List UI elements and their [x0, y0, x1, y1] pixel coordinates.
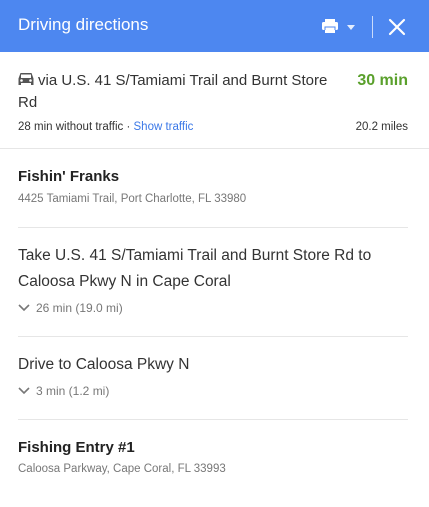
chevron-down-icon: [18, 304, 30, 312]
chevron-down-icon: [347, 25, 355, 30]
step-1-duration: 26 min (19.0 mi): [36, 301, 123, 315]
origin-address: 4425 Tamiami Trail, Port Charlotte, FL 3…: [18, 193, 247, 205]
header-divider: [372, 16, 373, 38]
step-2-instruction[interactable]: Drive to Caloosa Pkwy N: [18, 352, 398, 378]
step-1-expand[interactable]: 26 min (19.0 mi): [18, 301, 123, 315]
destination-address: Caloosa Parkway, Cape Coral, FL 33993: [18, 463, 226, 475]
close-icon: [388, 18, 406, 36]
step-1-instruction[interactable]: Take U.S. 41 S/Tamiami Trail and Burnt S…: [18, 243, 398, 295]
route-no-traffic: 28 min without traffic · Show traffic: [18, 121, 193, 133]
route-distance: 20.2 miles: [355, 121, 408, 133]
divider: [18, 419, 408, 420]
header-title: Driving directions: [18, 15, 149, 34]
divider: [18, 336, 408, 337]
close-button[interactable]: [386, 16, 408, 38]
destination-name: Fishing Entry #1: [18, 439, 135, 456]
divider: [0, 148, 429, 149]
show-traffic-link[interactable]: Show traffic: [134, 121, 194, 133]
step-2-duration: 3 min (1.2 mi): [36, 384, 110, 398]
directions-header: Driving directions: [0, 0, 429, 52]
step-2-expand[interactable]: 3 min (1.2 mi): [18, 384, 109, 398]
origin-name: Fishin' Franks: [18, 168, 120, 185]
print-button[interactable]: [321, 14, 357, 38]
divider: [18, 227, 408, 228]
chevron-down-icon: [18, 387, 30, 395]
route-summary[interactable]: via U.S. 41 S/Tamiami Trail and Burnt St…: [0, 52, 429, 148]
route-via: via U.S. 41 S/Tamiami Trail and Burnt St…: [18, 72, 328, 111]
route-duration: 30 min: [357, 72, 408, 89]
no-traffic-time: 28 min without traffic: [18, 121, 124, 133]
separator: ·: [126, 121, 131, 133]
